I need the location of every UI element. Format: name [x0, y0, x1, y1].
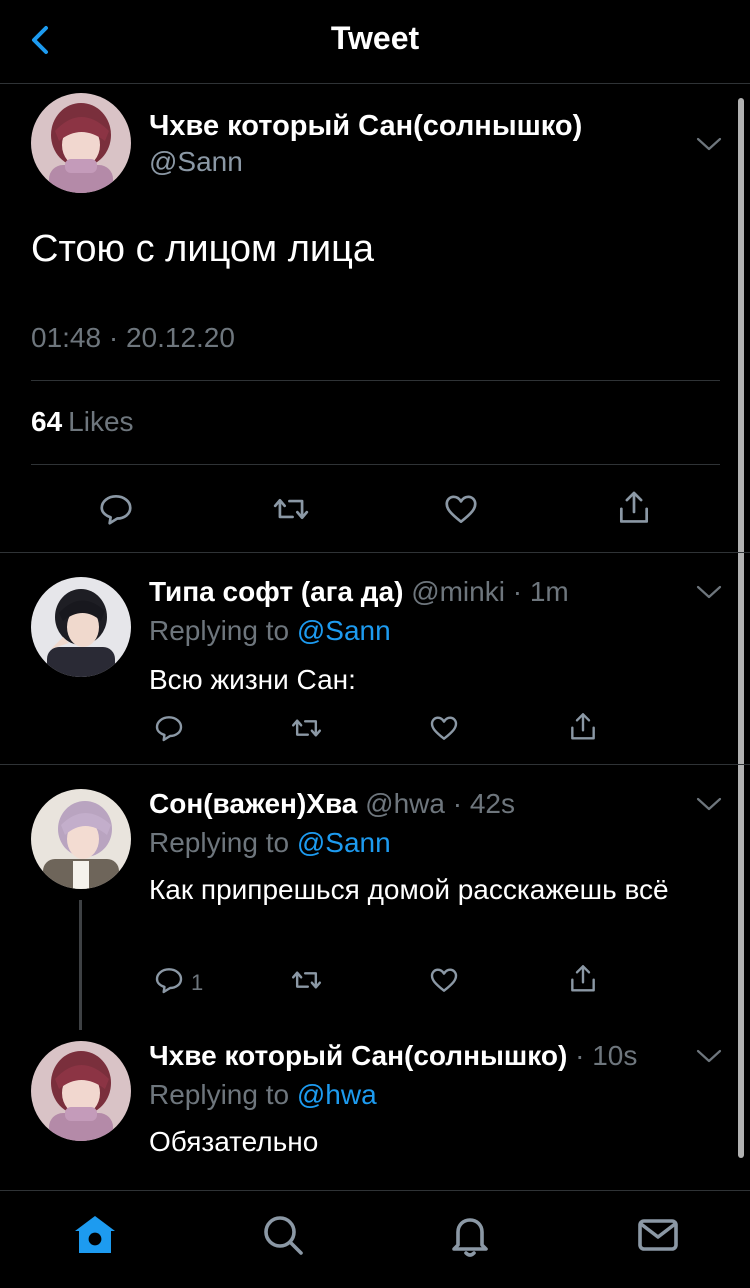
mention-link[interactable]: @hwa	[297, 1079, 377, 1110]
reply-text: Обязательно	[149, 1126, 319, 1157]
avatar[interactable]	[31, 789, 131, 889]
reply-icon[interactable]	[97, 490, 135, 533]
top-bar: Tweet	[0, 0, 750, 84]
chevron-down-icon[interactable]	[695, 582, 723, 602]
reply-author-line[interactable]: Типа софт (ага да) @minki · 1m	[149, 576, 569, 608]
replying-to: Replying to @Sann	[149, 827, 391, 859]
tweet-text: Стою с лицом лица	[31, 228, 375, 270]
mention-link[interactable]: @Sann	[297, 827, 391, 858]
likes-count: 64	[31, 406, 63, 437]
search-icon[interactable]	[259, 1211, 307, 1259]
share-icon[interactable]	[567, 710, 599, 749]
author-name[interactable]: Чхве который Сан(солнышко)	[149, 110, 582, 143]
reply-meta: · 10s	[575, 1040, 638, 1071]
tweet-timestamp: 01:48 · 20.12.20	[31, 322, 235, 353]
chevron-down-icon[interactable]	[695, 1046, 723, 1066]
author-handle[interactable]: @Sann	[149, 146, 243, 178]
retweet-icon[interactable]	[289, 964, 324, 1001]
page-title: Tweet	[330, 20, 420, 56]
divider	[0, 552, 750, 553]
share-icon[interactable]	[567, 962, 599, 1001]
notifications-icon[interactable]	[446, 1211, 494, 1259]
chevron-down-icon[interactable]	[695, 134, 723, 154]
reply-icon[interactable]	[153, 712, 185, 749]
tab-bar	[0, 1190, 750, 1288]
likes-label: Likes	[68, 406, 134, 437]
reply-author-line[interactable]: Сон(важен)Хва @hwa · 42s	[149, 788, 515, 820]
replying-to: Replying to @Sann	[149, 615, 391, 647]
replying-prefix: Replying to	[149, 1079, 290, 1110]
likes-summary[interactable]: 64 Likes	[31, 406, 134, 438]
replying-to: Replying to @hwa	[149, 1079, 377, 1111]
reply-author-name[interactable]: Сон(важен)Хва	[149, 788, 357, 819]
like-icon[interactable]	[442, 490, 480, 533]
reply-author-name[interactable]: Чхве который Сан(солнышко)	[149, 1040, 567, 1071]
reply-author-line[interactable]: Чхве который Сан(солнышко) · 10s	[149, 1040, 637, 1072]
like-icon[interactable]	[428, 712, 460, 749]
messages-icon[interactable]	[634, 1211, 682, 1259]
reply-text: Как припрешься домой расскажешь всё	[149, 874, 669, 905]
scrollbar[interactable]	[738, 98, 744, 1158]
home-icon[interactable]	[71, 1211, 119, 1259]
share-icon[interactable]	[615, 488, 653, 533]
divider	[0, 764, 750, 765]
avatar[interactable]	[31, 577, 131, 677]
divider	[31, 380, 720, 381]
replying-prefix: Replying to	[149, 827, 290, 858]
mention-link[interactable]: @Sann	[297, 615, 391, 646]
avatar[interactable]	[31, 93, 131, 193]
retweet-icon[interactable]	[289, 712, 324, 749]
thread-connector	[79, 900, 82, 1030]
reply-meta: @minki · 1m	[411, 576, 569, 607]
avatar[interactable]	[31, 1041, 131, 1141]
reply-author-name[interactable]: Типа софт (ага да)	[149, 576, 403, 607]
chevron-down-icon[interactable]	[695, 794, 723, 814]
reply-text: Всю жизни Сан:	[149, 664, 356, 695]
like-icon[interactable]	[428, 964, 460, 1001]
divider	[31, 464, 720, 465]
reply-icon[interactable]	[153, 964, 185, 1001]
reply-count: 1	[191, 970, 204, 995]
retweet-icon[interactable]	[270, 490, 312, 533]
reply-meta: @hwa · 42s	[365, 788, 515, 819]
replying-prefix: Replying to	[149, 615, 290, 646]
